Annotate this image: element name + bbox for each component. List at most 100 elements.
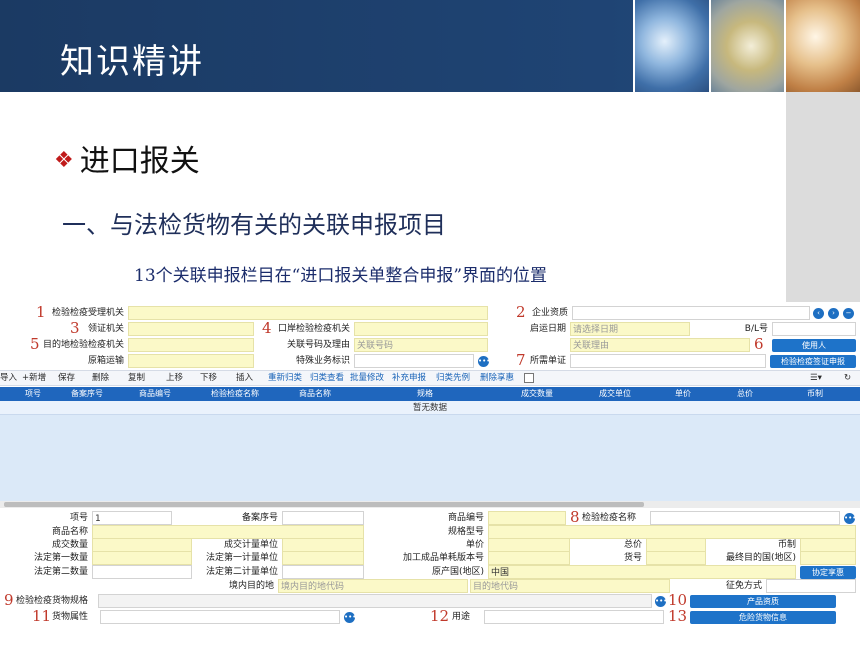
goods-code-input[interactable] [488, 511, 566, 525]
legal-qty2-input[interactable] [92, 565, 192, 579]
required-docs-input[interactable] [570, 354, 766, 368]
deal-unit-input[interactable] [282, 538, 364, 552]
processed-version-input[interactable] [488, 551, 570, 565]
legal-unit1-input[interactable] [282, 551, 364, 565]
prev-arrow-icon[interactable]: ‹ [813, 308, 824, 319]
class-precedent-button[interactable]: 归类先例 [436, 372, 470, 385]
save-button[interactable]: 保存 [58, 372, 75, 385]
goods-no-input[interactable] [646, 551, 706, 565]
bl-no-input[interactable] [772, 322, 856, 336]
next-arrow-icon[interactable]: › [828, 308, 839, 319]
product-qualification-button[interactable]: 产品资质 [690, 595, 836, 608]
item-no-input[interactable]: 1 [92, 511, 172, 525]
currency-input[interactable] [800, 538, 856, 552]
domestic-dest-label: 境内目的地 [228, 581, 274, 591]
grid-col-currency[interactable]: 币制 [800, 387, 830, 401]
batch-edit-button[interactable]: 批量修改 [350, 372, 384, 385]
deal-qty-label: 成交数量 [51, 540, 88, 550]
legal-qty1-input[interactable] [92, 551, 192, 565]
agreement-button[interactable]: 协定享惠 [800, 566, 856, 579]
delete-button[interactable]: 删除 [92, 372, 109, 385]
deal-qty-input[interactable] [92, 538, 192, 552]
goods-name-label: 商品名称 [51, 527, 88, 537]
port-inspection-office-label: 口岸检验检疫机关 [277, 324, 350, 334]
enterprise-qualification-input[interactable] [572, 306, 810, 320]
header-band: 知识精讲 [0, 0, 860, 92]
goods-attr-more-icon[interactable]: ••• [344, 612, 356, 623]
record-no-input[interactable] [282, 511, 364, 525]
dangerous-goods-button[interactable]: 危险货物信息 [690, 611, 836, 624]
grid-col-total-price[interactable]: 总价 [730, 387, 760, 401]
origin-label: 原产国(地区) [431, 567, 484, 577]
origin-input[interactable]: 中国 [488, 565, 796, 579]
dest-code-input[interactable]: 目的地代码 [470, 579, 670, 593]
copy-button[interactable]: 复制 [128, 372, 145, 385]
grid-col-goods-name[interactable]: 商品名称 [290, 387, 340, 401]
inspection-name-input[interactable] [650, 511, 840, 525]
insert-button[interactable]: 插入 [236, 372, 253, 385]
grid-col-deal-unit[interactable]: 成交单位 [590, 387, 640, 401]
grid-col-deal-qty[interactable]: 成交数量 [512, 387, 562, 401]
grid-col-record-no[interactable]: 备案序号 [62, 387, 112, 401]
marker-1: 1 [36, 303, 46, 321]
departure-date-input[interactable]: 请选择日期 [570, 322, 690, 336]
delete-share-button[interactable]: 删除享惠 [480, 372, 514, 385]
final-dest-input[interactable] [800, 551, 856, 565]
processed-version-label: 加工成品单耗版本号 [402, 553, 484, 563]
related-no-reason-label: 关联号码及理由 [286, 340, 350, 350]
final-dest-label: 最终目的国(地区) [725, 553, 796, 563]
deal-unit-label: 成交计量单位 [223, 540, 278, 550]
import-button[interactable]: 导入 [0, 372, 17, 385]
refresh-icon[interactable]: ↻ [844, 372, 851, 385]
usage-input[interactable] [484, 610, 664, 624]
goods-spec-input[interactable] [98, 594, 652, 608]
grid-col-spec[interactable]: 规格 [410, 387, 440, 401]
slide: 知识精讲 ❖ 进口报关 一、与法检货物有关的关联申报项目 13个关联申报栏目在“进… [0, 0, 860, 645]
grid-empty-row: 暂无数据 [0, 401, 860, 415]
grid-col-goods-code[interactable]: 商品编号 [130, 387, 180, 401]
related-reason-input[interactable]: 关联理由 [570, 338, 750, 352]
domestic-dest-input[interactable]: 境内目的地代码 [278, 579, 468, 593]
spec-input[interactable] [488, 525, 856, 539]
inspection-office-input[interactable] [128, 306, 488, 320]
goods-attr-input[interactable] [100, 610, 340, 624]
grid-horizontal-scrollbar[interactable] [0, 501, 860, 508]
toolbar-checkbox[interactable] [524, 373, 534, 383]
special-business-input[interactable] [354, 354, 474, 368]
related-no-input[interactable]: 关联号码 [354, 338, 488, 352]
goods-grid-header: 项号 备案序号 商品编号 检验检疫名称 商品名称 规格 成交数量 成交单位 单价… [0, 387, 860, 401]
unit-price-input[interactable] [488, 538, 570, 552]
marker-4: 4 [262, 319, 272, 337]
grid-col-unit-price[interactable]: 单价 [668, 387, 698, 401]
move-up-button[interactable]: 上移 [166, 372, 183, 385]
grid-scrollbar-thumb[interactable] [4, 502, 644, 507]
reclassify-button[interactable]: 重新归类 [268, 372, 302, 385]
inspection-cert-button[interactable]: 检验检疫签证申报 [770, 355, 856, 368]
user-button[interactable]: 使用人 [772, 339, 856, 352]
dest-inspection-office-input[interactable] [128, 338, 254, 352]
section-heading: ❖ 进口报关 [54, 136, 200, 180]
add-button[interactable]: +新增 [22, 372, 46, 385]
grid-col-item-no[interactable]: 项号 [18, 387, 48, 401]
collapse-icon[interactable]: − [843, 308, 854, 319]
marker-10: 10 [668, 591, 688, 609]
more-icon[interactable]: ••• [478, 356, 490, 367]
class-query-button[interactable]: 归类查看 [310, 372, 344, 385]
marker-5: 5 [30, 335, 40, 353]
subsection-heading: 一、与法检货物有关的关联申报项目 [62, 211, 446, 239]
list-options-icon[interactable]: ☰▾ [810, 372, 822, 385]
inspection-name-label: 检验检疫名称 [582, 513, 637, 523]
legal-unit2-input[interactable] [282, 565, 364, 579]
inspection-name-more-icon[interactable]: ••• [844, 513, 856, 524]
orig-box-transport-input[interactable] [128, 354, 254, 368]
supplement-button[interactable]: 补充申报 [392, 372, 426, 385]
bl-no-label: B/L号 [744, 324, 768, 334]
permit-office-input[interactable] [128, 322, 254, 336]
goods-spec-more-icon[interactable]: ••• [655, 596, 667, 607]
port-inspection-office-input[interactable] [354, 322, 488, 336]
tax-mode-input[interactable] [766, 579, 856, 593]
move-down-button[interactable]: 下移 [200, 372, 217, 385]
goods-name-input[interactable] [92, 525, 364, 539]
total-price-input[interactable] [646, 538, 706, 552]
grid-col-inspection-name[interactable]: 检验检疫名称 [200, 387, 270, 401]
